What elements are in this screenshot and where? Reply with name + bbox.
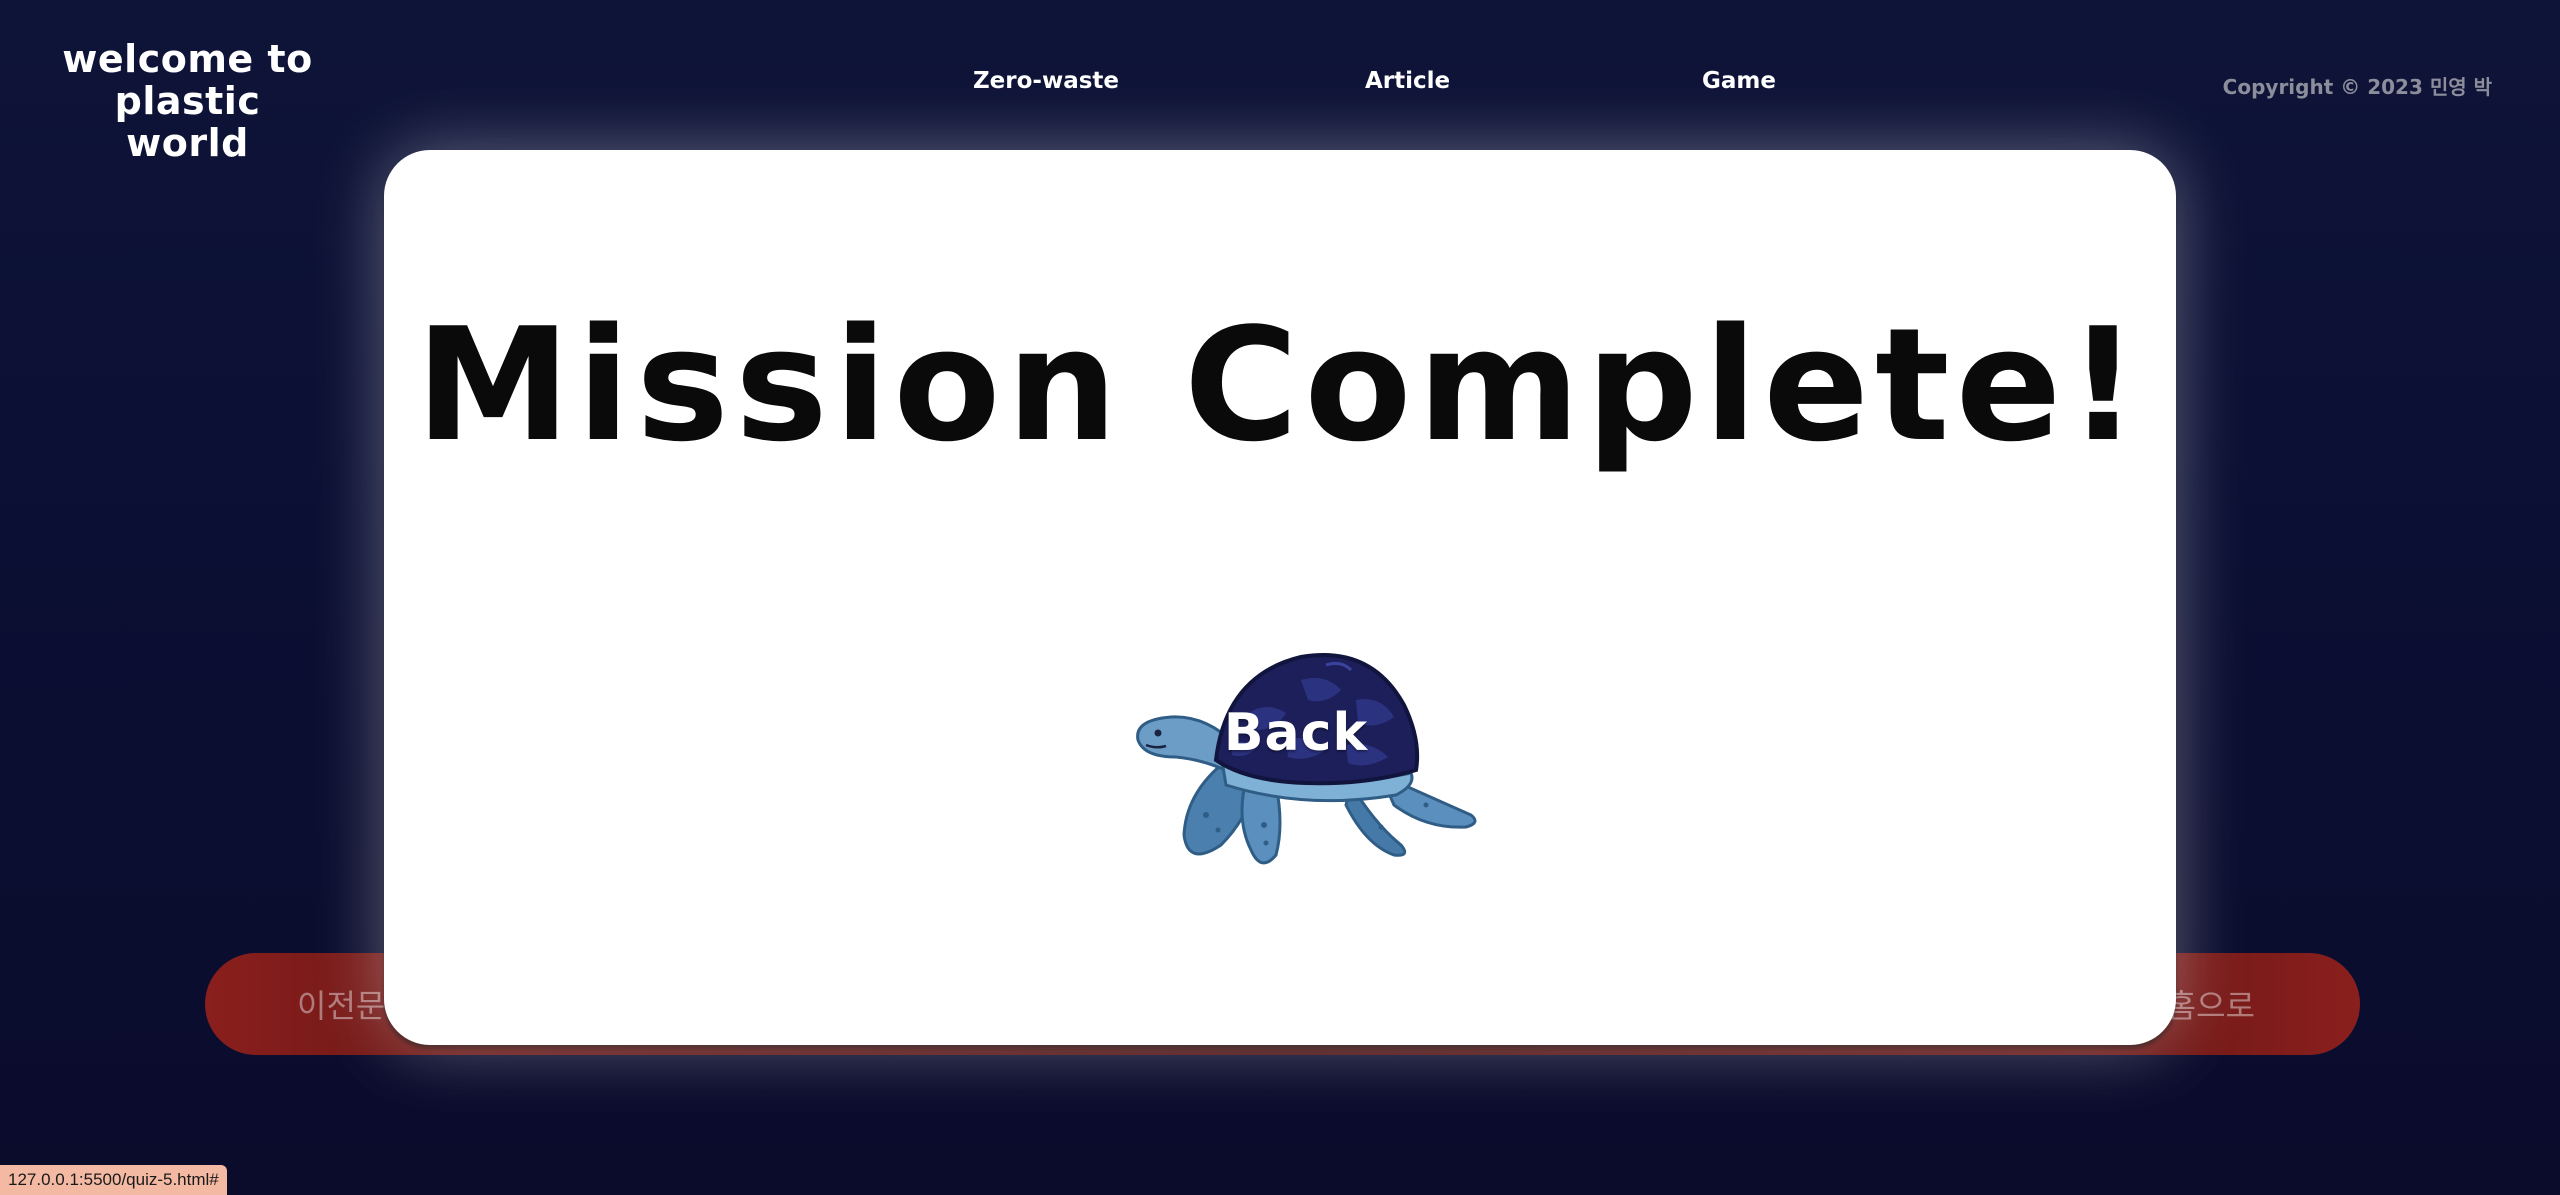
nav-link-article[interactable]: Article (1365, 68, 1450, 94)
copyright-text: Copyright © 2023 민영 박 (2222, 75, 2492, 99)
back-button[interactable]: Back (1126, 645, 1498, 865)
logo-line-1: welcome to (62, 37, 313, 81)
back-button-label: Back (1223, 703, 1369, 763)
status-bar-url: 127.0.0.1:5500/quiz-5.html# (0, 1165, 227, 1195)
logo-line-2: plastic world (114, 79, 261, 165)
prev-question-button[interactable]: 이전문 (297, 981, 385, 1027)
home-button[interactable]: 홈으로 (2167, 981, 2255, 1027)
nav-link-zero-waste[interactable]: Zero-waste (973, 68, 1119, 94)
mission-complete-modal: Mission Complete! Back (384, 150, 2176, 1045)
nav-link-game[interactable]: Game (1702, 68, 1776, 94)
mission-complete-title: Mission Complete! (415, 294, 2145, 476)
site-logo[interactable]: welcome to plastic world (50, 38, 325, 164)
